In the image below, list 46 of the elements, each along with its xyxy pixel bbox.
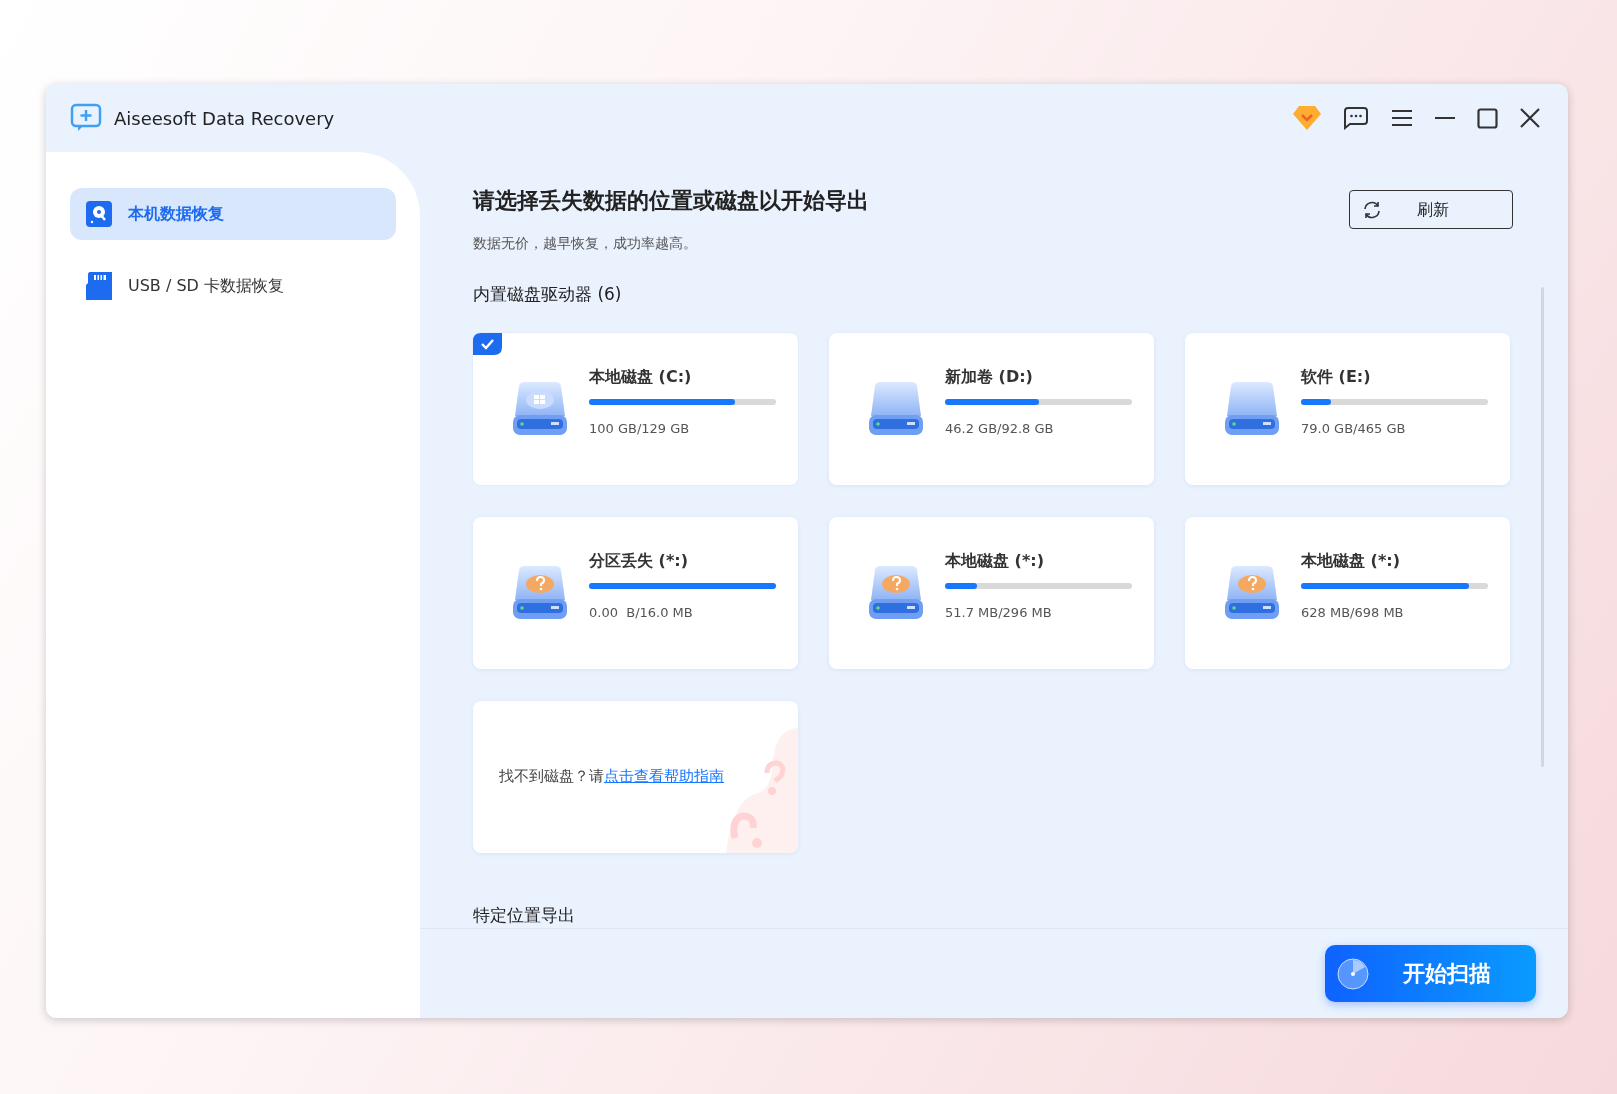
unknown-drive-icon — [1223, 565, 1281, 620]
hard-drive-icon — [511, 381, 569, 436]
drive-usage: 100 GB/129 GB — [589, 419, 691, 438]
sidebar-item[interactable]: USB / SD 卡数据恢复 — [70, 260, 396, 312]
chat-icon[interactable] — [1343, 106, 1369, 130]
drive-card[interactable]: 软件 (E:) 79.0 GB/465 GB — [1185, 332, 1510, 485]
hard-drive-icon — [867, 381, 925, 436]
refresh-icon — [1362, 199, 1382, 220]
help-text: 找不到磁盘？请点击查看帮助指南 — [499, 766, 724, 788]
drive-usage: 0.00 B/16.0 MB — [589, 603, 694, 622]
start-scan-button[interactable]: 开始扫描 — [1325, 945, 1536, 1002]
drive-name: 本地磁盘 (C:) — [589, 365, 693, 388]
minimize-icon[interactable] — [1435, 116, 1455, 120]
drive-card[interactable]: 分区丢失 (*:) 0.00 B/16.0 MB — [473, 516, 798, 669]
sidebar-item[interactable]: 本机数据恢复 — [70, 188, 396, 240]
close-icon[interactable] — [1520, 108, 1540, 128]
window-title: Aiseesoft Data Recovery — [114, 106, 335, 131]
drive-name: 本地磁盘 (*:) — [1301, 549, 1401, 572]
menu-icon[interactable] — [1391, 109, 1413, 127]
radar-icon — [1337, 957, 1369, 990]
help-guide-link[interactable]: 点击查看帮助指南 — [604, 767, 724, 786]
drive-name: 分区丢失 (*:) — [589, 549, 689, 572]
page-subtitle: 数据无价，越早恢复，成功率越高。 — [473, 234, 698, 253]
drive-card[interactable]: 本地磁盘 (C:) 100 GB/129 GB — [473, 332, 798, 485]
page-heading: 请选择丢失数据的位置或磁盘以开始导出 — [473, 187, 869, 215]
drive-card[interactable]: 本地磁盘 (*:) 51.7 MB/296 MB — [829, 516, 1154, 669]
checkmark-icon — [473, 332, 502, 355]
drive-card[interactable]: 新加卷 (D:) 46.2 GB/92.8 GB — [829, 332, 1154, 485]
drive-usage: 628 MB/698 MB — [1301, 603, 1405, 622]
unknown-drive-icon — [867, 565, 925, 620]
drive-usage: 46.2 GB/92.8 GB — [945, 419, 1055, 438]
refresh-button[interactable]: 刷新 — [1349, 190, 1513, 229]
drive-usage: 79.0 GB/465 GB — [1301, 419, 1407, 438]
section-label: 内置磁盘驱动器 (6) — [473, 283, 623, 306]
drive-card[interactable]: 本地磁盘 (*:) 628 MB/698 MB — [1185, 516, 1510, 669]
drive-name: 软件 (E:) — [1301, 365, 1372, 388]
sd-card-icon — [86, 272, 112, 300]
maximize-icon[interactable] — [1477, 107, 1498, 129]
unknown-drive-icon — [511, 565, 569, 620]
hard-drive-icon — [1223, 381, 1281, 436]
drive-usage: 51.7 MB/296 MB — [945, 603, 1053, 622]
section-label: 特定位置导出 — [473, 903, 576, 927]
diamond-icon — [1293, 105, 1321, 131]
drive-name: 本地磁盘 (*:) — [945, 549, 1045, 572]
drive-name: 新加卷 (D:) — [945, 365, 1034, 388]
app-logo-icon — [70, 103, 102, 133]
